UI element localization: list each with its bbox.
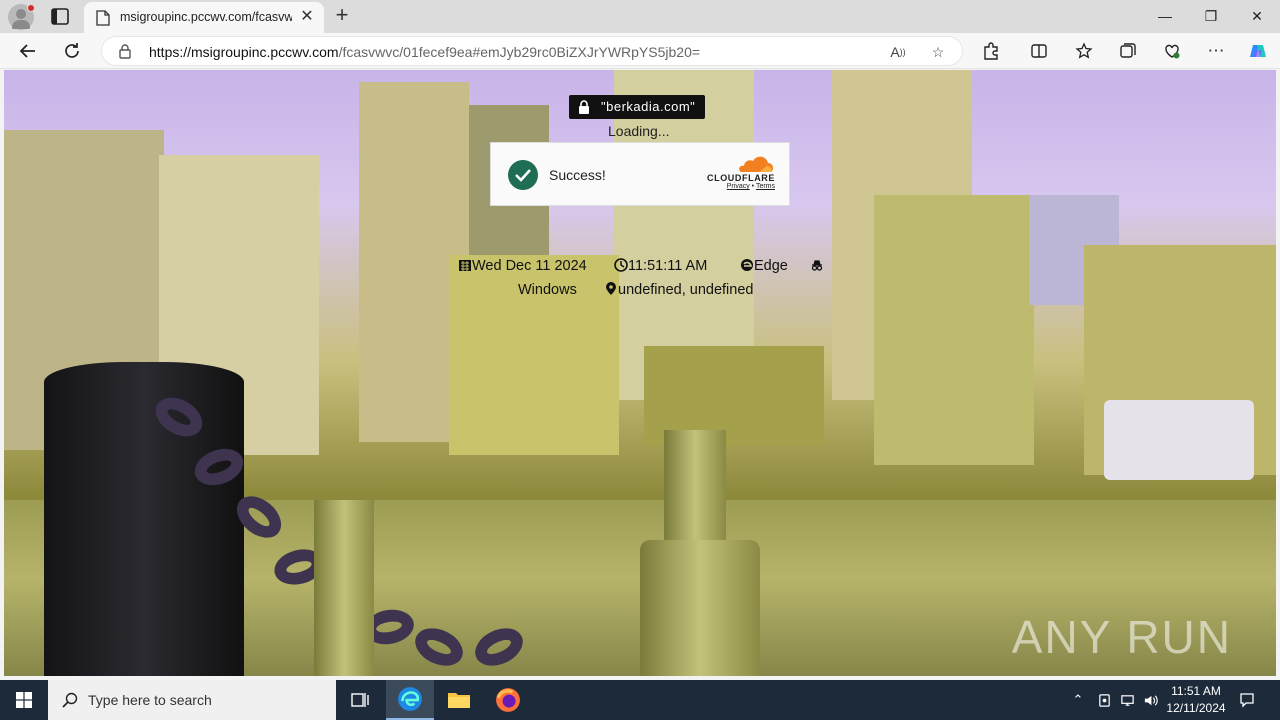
collections-icon[interactable] [1114, 37, 1142, 65]
window-close-button[interactable]: ✕ [1234, 0, 1280, 33]
clock-time: 11:51 AM [1171, 684, 1221, 698]
time-info: 11:51:11 AM [614, 258, 707, 274]
date-info: Wed Dec 11 2024 [458, 258, 587, 274]
loading-text: Loading... [608, 123, 670, 139]
tab-actions-icon[interactable] [48, 6, 72, 28]
time-text: 11:51:11 AM [628, 258, 708, 274]
folder-icon [448, 693, 470, 708]
watermark-text: ANY RUN [1011, 611, 1232, 663]
page-viewport: "berkadia.com" Loading... Success! CLOUD… [4, 70, 1276, 676]
edge-icon [741, 259, 753, 271]
split-screen-icon[interactable] [1025, 37, 1053, 65]
date-text: Wed Dec 11 2024 [472, 258, 587, 274]
cloudflare-brand: CLOUDFLARE [707, 173, 775, 183]
favorites-icon[interactable] [1070, 37, 1098, 65]
back-button[interactable] [14, 37, 42, 65]
network-icon[interactable] [1117, 680, 1137, 720]
favorite-star-icon[interactable]: ☆ [926, 40, 950, 64]
lock-icon[interactable] [118, 43, 132, 59]
browser-info: Edge [740, 258, 788, 274]
clock-icon [614, 258, 628, 272]
captcha-status: Success! [549, 167, 606, 183]
anyrun-watermark: ANY RUN [1012, 610, 1232, 664]
tray-device-icon[interactable] [1094, 680, 1114, 720]
terms-link[interactable]: Terms [756, 183, 775, 190]
volume-icon[interactable] [1140, 680, 1160, 720]
calendar-icon [459, 260, 471, 271]
address-bar[interactable]: https://msigroupinc.pccwv.com/fcasvwvc/0… [101, 36, 963, 66]
edge-taskbar-button[interactable] [386, 680, 434, 720]
windows-logo-icon [16, 692, 32, 708]
os-info: Windows [518, 282, 577, 298]
refresh-icon [65, 43, 79, 58]
profile-avatar[interactable] [8, 4, 35, 30]
os-icon-wrap [810, 258, 824, 274]
task-view-button[interactable] [336, 680, 384, 720]
extensions-icon[interactable] [977, 37, 1005, 65]
restore-button[interactable]: ❐ [1188, 0, 1234, 33]
read-aloud-icon[interactable]: A)) [886, 40, 910, 64]
copilot-icon[interactable] [1244, 37, 1272, 65]
success-check-icon [508, 160, 538, 190]
tab-title: msigroupinc.pccwv.com/fcasvwvc [120, 10, 292, 24]
url-host: https://msigroupinc.pccwv.com [149, 44, 339, 60]
settings-more-icon[interactable]: ⋯ [1202, 37, 1230, 65]
location-info: undefined, undefined [604, 282, 753, 298]
notification-dot [27, 4, 35, 12]
search-placeholder: Type here to search [88, 692, 212, 708]
spy-icon [811, 260, 823, 271]
refresh-button[interactable] [58, 37, 86, 65]
notifications-icon[interactable] [1236, 680, 1258, 720]
search-icon [62, 692, 78, 708]
clock-date: 12/11/2024 [1166, 701, 1226, 715]
system-clock[interactable]: 11:51 AM 12/11/2024 [1160, 683, 1232, 717]
firefox-button[interactable] [484, 680, 532, 720]
url-text[interactable]: https://msigroupinc.pccwv.com/fcasvwvc/0… [149, 44, 700, 60]
cloudflare-widget[interactable]: Success! CLOUDFLARE Privacy • Terms [490, 142, 790, 206]
start-button[interactable] [0, 680, 48, 720]
minimize-button[interactable]: — [1142, 0, 1188, 33]
active-tab[interactable]: msigroupinc.pccwv.com/fcasvwvc ✕ [84, 2, 324, 33]
privacy-link[interactable]: Privacy [727, 183, 750, 190]
task-view-icon [351, 693, 369, 707]
page-icon [96, 10, 110, 26]
file-explorer-button[interactable] [435, 680, 483, 720]
browser-essentials-icon[interactable] [1158, 37, 1186, 65]
map-pin-icon [606, 282, 616, 295]
taskbar-search[interactable]: Type here to search [48, 680, 336, 720]
edge-icon [398, 687, 422, 711]
back-arrow-icon [19, 44, 35, 58]
tab-strip: msigroupinc.pccwv.com/fcasvwvc ✕ + — ❐ ✕ [0, 0, 1280, 33]
cloudflare-logo: CLOUDFLARE Privacy • Terms [699, 155, 775, 190]
lock-icon [579, 100, 589, 114]
location-text: undefined, undefined [618, 282, 754, 298]
tray-chevron-icon[interactable]: ⌃ [1068, 680, 1088, 720]
browser-toolbar: https://msigroupinc.pccwv.com/fcasvwvc/0… [0, 33, 1280, 69]
new-tab-button[interactable]: + [330, 4, 354, 28]
cloud-icon [739, 156, 773, 172]
browser-text: Edge [754, 258, 788, 274]
domain-badge: "berkadia.com" [569, 95, 706, 119]
firefox-icon [496, 688, 520, 712]
tab-close-icon[interactable]: ✕ [298, 8, 316, 26]
taskbar: Type here to search ⌃ 11:51 AM 12/11/202… [0, 680, 1280, 720]
domain-badge-text: "berkadia.com" [601, 99, 696, 114]
url-path: /fcasvwvc/01fecef9ea#emJyb29rc0BiZXJrYWR… [338, 44, 701, 60]
